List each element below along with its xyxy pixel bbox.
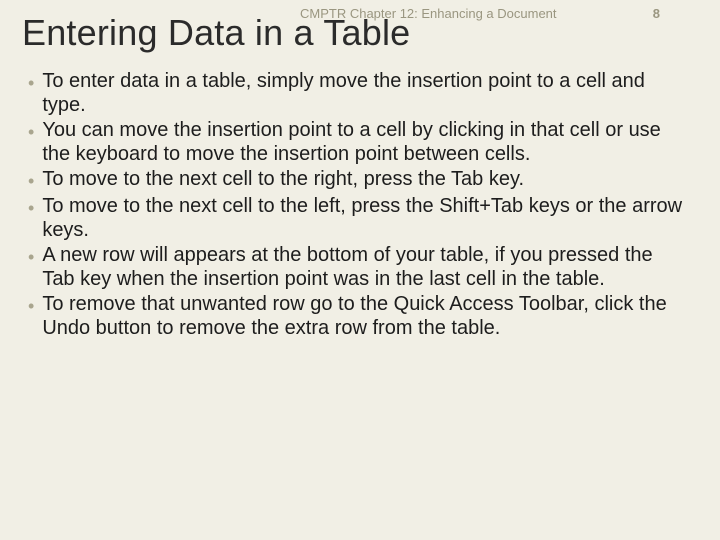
bullet-icon: •: [28, 296, 34, 318]
list-item: • You can move the insertion point to a …: [28, 119, 690, 166]
list-item-text: You can move the insertion point to a ce…: [42, 119, 690, 166]
list-item-text: To remove that unwanted row go to the Qu…: [42, 293, 690, 340]
list-item: • To remove that unwanted row go to the …: [28, 293, 690, 340]
page-number: 8: [653, 6, 660, 21]
bullet-icon: •: [28, 73, 34, 95]
bullet-icon: •: [28, 122, 34, 144]
list-item: • To enter data in a table, simply move …: [28, 70, 690, 117]
list-item: • To move to the next cell to the left, …: [28, 195, 690, 242]
slide-title: Entering Data in a Table: [22, 12, 410, 54]
list-item: • To move to the next cell to the right,…: [28, 168, 690, 193]
list-item-text: To enter data in a table, simply move th…: [42, 70, 690, 117]
list-item-text: To move to the next cell to the right, p…: [42, 168, 690, 192]
slide-body: • To enter data in a table, simply move …: [28, 70, 690, 343]
list-item-text: To move to the next cell to the left, pr…: [42, 195, 690, 242]
slide: CMPTR Chapter 12: Enhancing a Document 8…: [0, 0, 720, 540]
list-item-text: A new row will appears at the bottom of …: [42, 244, 690, 291]
bullet-icon: •: [28, 247, 34, 269]
list-item: • A new row will appears at the bottom o…: [28, 244, 690, 291]
bullet-icon: •: [28, 198, 34, 220]
bullet-icon: •: [28, 171, 34, 193]
